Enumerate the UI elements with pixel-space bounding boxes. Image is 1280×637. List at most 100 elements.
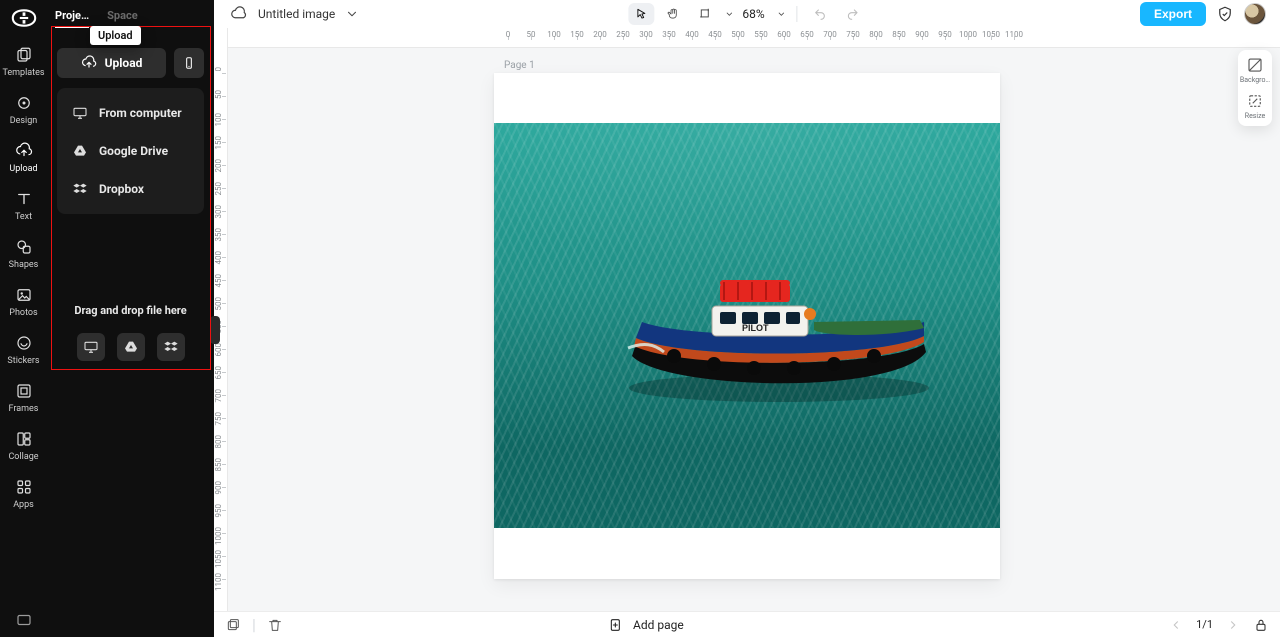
ruler-h-label: 600	[777, 30, 791, 39]
shield-icon[interactable]	[1216, 5, 1234, 23]
rail-collage[interactable]: Collage	[0, 422, 47, 470]
source-dropbox[interactable]: Dropbox	[57, 170, 204, 208]
source-from-computer[interactable]: From computer	[57, 94, 204, 132]
rail-collage-label: Collage	[8, 452, 38, 462]
page-prev[interactable]	[1167, 616, 1185, 634]
design-icon	[13, 92, 35, 114]
ruler-h-label: 950	[938, 30, 952, 39]
layers-icon[interactable]	[224, 616, 242, 634]
drop-source-computer[interactable]	[77, 333, 105, 361]
ruler-h-label: 300	[639, 30, 653, 39]
ruler-v-label: 750	[214, 412, 223, 426]
toolbar-divider	[797, 6, 798, 22]
tool-select[interactable]	[628, 3, 654, 25]
cloud-sync-icon[interactable]	[230, 5, 248, 23]
tab-project[interactable]: Proje…	[55, 9, 89, 28]
undo-button[interactable]	[808, 3, 834, 25]
ruler-h-label: 0	[506, 30, 511, 39]
ruler-v-label: 800	[214, 435, 223, 449]
canvas-page[interactable]: PILOT	[494, 73, 1000, 579]
zoom-chevron-down-icon[interactable]	[777, 9, 787, 19]
ruler-h-label: 700	[823, 30, 837, 39]
ruler-h-label: 850	[892, 30, 906, 39]
rail-apps[interactable]: Apps	[0, 470, 47, 518]
trash-icon[interactable]	[266, 616, 284, 634]
ruler-v-label: 300	[214, 205, 223, 219]
ruler-v-label: 700	[214, 389, 223, 403]
workspace: 0501001502002503003504004505005506006507…	[214, 28, 1280, 611]
tool-crop[interactable]	[692, 3, 718, 25]
rail-text[interactable]: Text	[0, 182, 47, 230]
export-button[interactable]: Export	[1140, 2, 1206, 26]
dock-background-label: Backgro…	[1240, 76, 1270, 84]
collage-icon	[13, 428, 35, 450]
zoom-level[interactable]: 68%	[742, 7, 764, 21]
ruler-v-label: 900	[214, 481, 223, 495]
add-page-icon[interactable]	[607, 616, 625, 634]
ruler-v-label: 250	[214, 182, 223, 196]
lock-icon[interactable]	[1252, 616, 1270, 634]
rail-frames[interactable]: Frames	[0, 374, 47, 422]
ruler-h-label: 450	[708, 30, 722, 39]
rail-apps-label: Apps	[13, 500, 34, 510]
rail-shapes-label: Shapes	[9, 260, 39, 270]
document-title[interactable]: Untitled image	[258, 7, 335, 21]
rail-stickers-label: Stickers	[7, 356, 39, 366]
crop-chevron-down-icon[interactable]	[724, 9, 734, 19]
app-logo[interactable]	[10, 8, 38, 28]
rail-upload[interactable]: Upload	[0, 134, 47, 182]
ruler-h-label: 650	[800, 30, 814, 39]
add-page-label[interactable]: Add page	[633, 618, 684, 632]
ruler-v-label: 500	[214, 297, 223, 311]
ruler-v-label: 850	[214, 458, 223, 472]
page-next[interactable]	[1224, 616, 1242, 634]
canvas-image[interactable]: PILOT	[494, 123, 1000, 528]
upload-tooltip: Upload	[90, 26, 141, 45]
dock-background[interactable]: Backgro…	[1240, 56, 1270, 84]
ruler-v-label: 1000	[214, 527, 223, 545]
upload-button[interactable]: Upload	[57, 48, 166, 78]
rail-shapes[interactable]: Shapes	[0, 230, 47, 278]
title-chevron-down-icon[interactable]	[345, 7, 359, 21]
stickers-icon	[13, 332, 35, 354]
phone-icon	[182, 56, 196, 70]
page-label: Page 1	[504, 60, 535, 71]
drop-source-google-drive[interactable]	[117, 333, 145, 361]
ruler-h-label: 1100	[1005, 30, 1023, 39]
upload-sources: From computer Google Drive Dropbox	[57, 88, 204, 214]
shapes-icon	[13, 236, 35, 258]
dock-resize[interactable]: Resize	[1240, 92, 1270, 120]
tool-hand[interactable]	[660, 3, 686, 25]
ruler-v-label: 400	[214, 251, 223, 265]
redo-button[interactable]	[840, 3, 866, 25]
ruler-h-label: 100	[547, 30, 561, 39]
user-avatar[interactable]	[1244, 3, 1266, 25]
upload-from-phone-button[interactable]	[174, 48, 204, 78]
ruler-v-label: 950	[214, 504, 223, 518]
ruler-h-label: 350	[662, 30, 676, 39]
ruler-h-label: 250	[616, 30, 630, 39]
ruler-v-label: 50	[214, 90, 223, 99]
panel-collapse-handle[interactable]	[210, 316, 220, 344]
rail-templates[interactable]: Templates	[0, 38, 47, 86]
ruler-v-label: 1100	[214, 573, 223, 591]
ruler-h-label: 900	[915, 30, 929, 39]
ruler-horizontal: 0501001502002503003504004505005506006507…	[228, 28, 1280, 48]
rail-stickers[interactable]: Stickers	[0, 326, 47, 374]
ruler-v-label: 600	[214, 343, 223, 357]
source-google-drive[interactable]: Google Drive	[57, 132, 204, 170]
rail-photos[interactable]: Photos	[0, 278, 47, 326]
page-counter: 1/1	[1195, 617, 1214, 632]
rail-design[interactable]: Design	[0, 86, 47, 134]
rail-upload-label: Upload	[9, 164, 37, 174]
rail-bottom-button[interactable]	[0, 611, 47, 629]
drop-source-dropbox[interactable]	[157, 333, 185, 361]
source-from-computer-label: From computer	[99, 106, 182, 120]
upload-icon	[13, 140, 35, 162]
ruler-v-label: 1050	[214, 550, 223, 568]
rail-photos-label: Photos	[9, 308, 37, 318]
status-bar: | Add page 1/1	[214, 611, 1280, 637]
boat-hull-text: PILOT	[742, 323, 769, 333]
apps-icon	[13, 476, 35, 498]
dock-resize-label: Resize	[1245, 112, 1265, 120]
